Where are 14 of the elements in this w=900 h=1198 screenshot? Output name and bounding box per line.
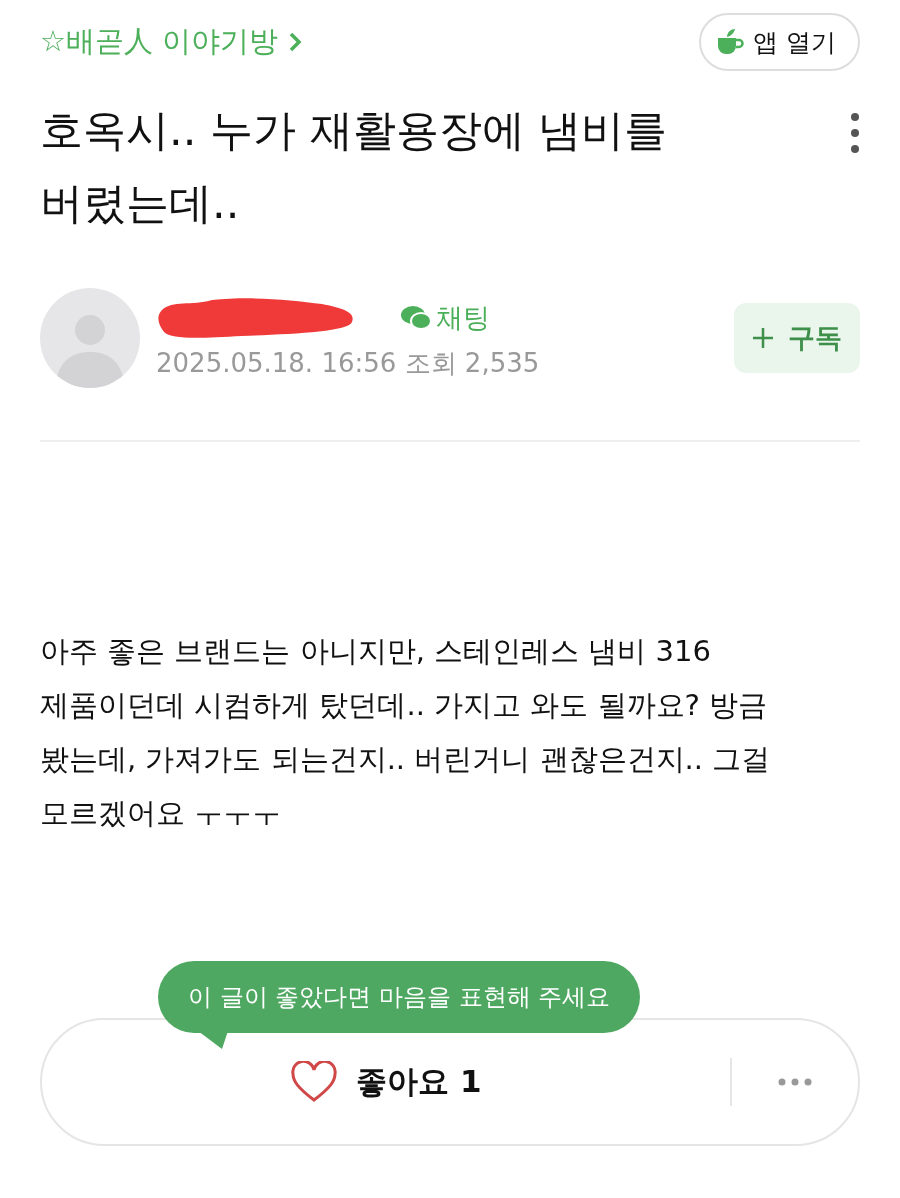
post-title: 호옥시.. 누가 재활용장에 냄비를 버렸는데..	[40, 104, 669, 230]
subscribe-button[interactable]: 구독	[734, 303, 860, 373]
open-app-button[interactable]: 앱 열기	[699, 13, 860, 71]
heart-icon	[290, 1061, 339, 1103]
post-date-and-views: 2025.05.18. 16:56 조회 2,535	[156, 346, 541, 380]
post-body: 아주 좋은 브랜드는 아니지만, 스테인레스 냄비 316 제품이던데 시컴하게 탔던데.. 가지고 와도 될까요? 방금 봤는데, 가져가도 되는건지.. 버린거니 괜찮은건지.. 그걸 모르겠어요 ㅜㅜㅜ	[40, 633, 772, 832]
chevron-icon	[288, 31, 303, 53]
plus-icon	[752, 327, 774, 349]
chat-link[interactable]: 채팅	[400, 299, 490, 336]
like-button[interactable]: 좋아요 1	[42, 1060, 730, 1104]
tooltip: 이 글이 좋았다면 마음을 표현해 주세요	[158, 961, 641, 1033]
tooltip-tail	[198, 1031, 228, 1051]
cup-icon	[715, 28, 746, 56]
cafe-link[interactable]: ☆배곧人 이야기방	[40, 22, 303, 62]
